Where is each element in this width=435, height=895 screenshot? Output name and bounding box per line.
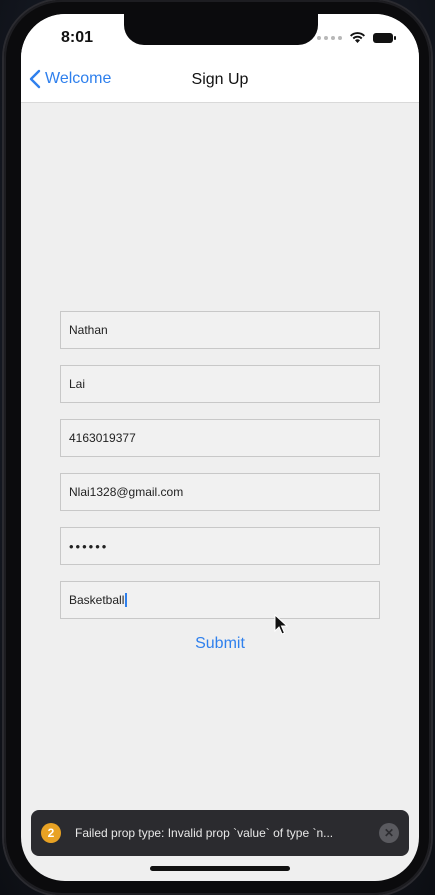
signal-icon (317, 35, 342, 40)
status-icons (317, 32, 396, 43)
warning-count-badge: 2 (41, 823, 61, 843)
phone-field[interactable]: 4163019377 (60, 419, 380, 457)
first-name-field[interactable]: Nathan (60, 311, 380, 349)
last-name-field[interactable]: Lai (60, 365, 380, 403)
phone-screen: 8:01 Welcome Sign Up Nathan Lai 41630193… (21, 14, 419, 881)
warning-toast[interactable]: 2 Failed prop type: Invalid prop `value`… (31, 810, 409, 856)
password-value: •••••• (69, 538, 109, 554)
interest-field[interactable]: Basketball (60, 581, 380, 619)
wifi-icon (350, 32, 365, 43)
interest-value: Basketball (69, 593, 125, 607)
warning-message: Failed prop type: Invalid prop `value` o… (75, 826, 334, 840)
submit-button[interactable]: Submit (60, 635, 380, 653)
email-value: Nlai1328@gmail.com (69, 485, 184, 499)
password-field[interactable]: •••••• (60, 527, 380, 565)
email-field[interactable]: Nlai1328@gmail.com (60, 473, 380, 511)
screenshot-stage: 8:01 Welcome Sign Up Nathan Lai 41630193… (0, 0, 435, 895)
navigation-bar: Welcome Sign Up (21, 66, 419, 103)
text-caret (125, 593, 128, 607)
notch (124, 14, 318, 45)
battery-icon (373, 32, 396, 43)
mouse-pointer-icon (274, 614, 288, 635)
home-indicator[interactable] (150, 866, 290, 871)
page-title: Sign Up (191, 71, 249, 88)
status-time: 8:01 (61, 29, 94, 46)
close-icon[interactable]: ✕ (379, 823, 399, 843)
signup-form: Nathan Lai 4163019377 Nlai1328@gmail.com… (60, 311, 380, 653)
phone-value: 4163019377 (69, 431, 136, 445)
status-bar: 8:01 (21, 14, 419, 66)
last-name-value: Lai (69, 377, 86, 391)
first-name-value: Nathan (69, 323, 108, 337)
